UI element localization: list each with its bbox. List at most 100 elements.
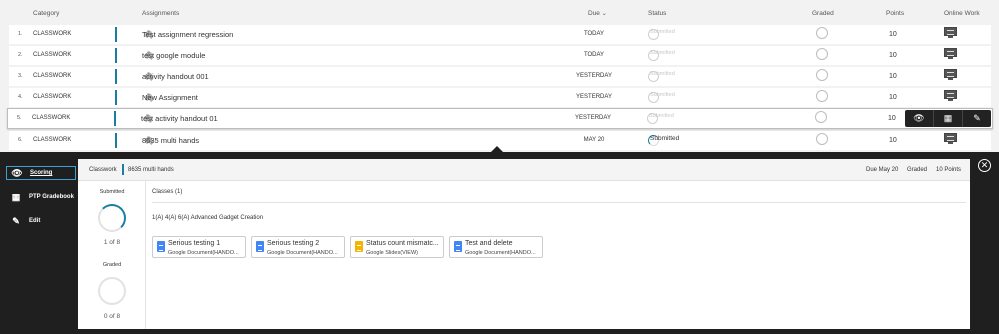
paperclip-icon: 🖇 xyxy=(143,114,154,123)
eye-icon: 👁 xyxy=(11,167,23,178)
table-row[interactable]: 1. CLASSWORK Test assignment regression 🖇… xyxy=(9,25,991,44)
table-header: Category Assignments Due ⌄ Status Graded… xyxy=(0,0,999,24)
row-number: 5. xyxy=(17,115,22,121)
google-doc-icon xyxy=(256,241,264,252)
table-row[interactable]: 3. CLASSWORK activity handout 001 🖇 YESTE… xyxy=(9,67,991,86)
graded-count: 0 of 8 xyxy=(103,313,121,320)
category-color-bar xyxy=(115,133,117,148)
column-header-status[interactable]: Status xyxy=(648,10,666,17)
submitted-progress-ring xyxy=(98,204,126,232)
sidebar-item-ptp-gradebook[interactable]: ▦ PTP Gradebook xyxy=(6,190,76,204)
row-number: 1. xyxy=(18,31,23,37)
due-header-label: Due xyxy=(588,10,600,17)
monitor-icon xyxy=(944,133,957,144)
attachment-title: Serious testing 2 xyxy=(267,240,320,247)
attachment-card[interactable]: Test and delete Google Document(HANDO... xyxy=(449,236,543,258)
google-slides-icon xyxy=(355,241,363,252)
edit-button[interactable]: ✎ xyxy=(963,110,991,127)
row-number: 3. xyxy=(18,73,23,79)
paperclip-icon: 🖇 xyxy=(144,93,155,102)
due-date-label: Due May 20 xyxy=(866,167,899,173)
points-value: 10 xyxy=(889,137,897,144)
due-date: TODAY xyxy=(583,31,605,37)
monitor-icon xyxy=(944,48,957,59)
row-action-toolbar: 👁 ▦ ✎ xyxy=(905,110,991,127)
graded-indicator xyxy=(816,90,828,102)
category-color-bar xyxy=(115,69,117,84)
monitor-icon xyxy=(944,90,957,101)
points-value: 10 xyxy=(889,31,897,38)
view-button[interactable]: 👁 xyxy=(905,110,934,127)
close-icon: ✕ xyxy=(980,160,989,170)
calculator-icon: ▦ xyxy=(943,113,953,123)
attachment-type: Google Document(HANDO... xyxy=(168,250,239,256)
attachment-card[interactable]: Status count mismatc... Google Slides(VI… xyxy=(350,236,444,258)
points-value: 10 xyxy=(888,115,896,122)
attachment-card[interactable]: Serious testing 2 Google Document(HANDO.… xyxy=(251,236,345,258)
due-date: YESTERDAY xyxy=(576,73,612,79)
column-header-graded: Graded xyxy=(812,10,834,17)
row-category: CLASSWORK xyxy=(33,73,72,79)
eye-icon: 👁 xyxy=(913,113,925,123)
graded-label: Graded xyxy=(102,262,122,268)
attachment-title: Test and delete xyxy=(465,240,513,247)
classes-header: Classes (1) xyxy=(152,189,183,195)
attachment-type: Google Document(HANDO... xyxy=(465,250,536,256)
graded-indicator xyxy=(816,48,828,60)
sidebar-item-label: PTP Gradebook xyxy=(29,194,74,200)
class-name: 1(A) 4(A) 6(A) Advanced Gadget Creation xyxy=(152,215,264,221)
category-color-bar xyxy=(114,111,116,126)
table-row-hovered[interactable]: 5. CLASSWORK test activity handout 01 🖇 Y… xyxy=(7,108,993,129)
table-row[interactable]: 4. CLASSWORK New Assignment 🖇 YESTERDAY S… xyxy=(9,88,991,107)
points-label: 10 Points xyxy=(936,167,962,173)
breadcrumb-separator xyxy=(122,164,124,175)
chevron-down-icon: ⌄ xyxy=(601,11,607,17)
column-header-due[interactable]: Due ⌄ xyxy=(588,10,607,17)
paperclip-icon: 🖇 xyxy=(144,30,155,39)
sidebar-item-label: Scoring xyxy=(30,170,53,176)
gradebook-button[interactable]: ▦ xyxy=(934,110,963,127)
breadcrumb-title: 8635 multi hands xyxy=(128,167,174,173)
table-row[interactable]: 2. CLASSWORK test google module 🖇 TODAY S… xyxy=(9,46,991,65)
breadcrumb: Classwork 8635 multi hands Due May 20 Gr… xyxy=(78,159,970,181)
google-doc-icon xyxy=(157,241,165,252)
assignment-title: Test assignment regression xyxy=(142,30,234,39)
sidebar-item-label: Edit xyxy=(29,218,41,224)
category-color-bar xyxy=(115,27,117,42)
status-text: Submitted xyxy=(650,29,675,35)
assignments-table: Category Assignments Due ⌄ Status Graded… xyxy=(0,0,999,152)
close-panel-button[interactable]: ✕ xyxy=(978,159,991,172)
column-header-online-work: Online Work xyxy=(944,10,980,17)
graded-indicator xyxy=(816,69,828,81)
paperclip-icon: 🖇 xyxy=(144,51,155,60)
attachment-title: Serious testing 1 xyxy=(168,240,221,247)
pencil-icon: ✎ xyxy=(973,113,981,123)
detail-sidebar: 👁 Scoring ▦ PTP Gradebook ✎ Edit xyxy=(0,152,78,334)
google-doc-icon xyxy=(454,241,462,252)
row-category: CLASSWORK xyxy=(33,94,72,100)
submission-stats: Submitted 1 of 8 Graded 0 of 8 xyxy=(78,181,146,329)
attachment-title: Status count mismatc... xyxy=(366,240,439,247)
row-category: CLASSWORK xyxy=(33,137,72,143)
submitted-label: Submitted xyxy=(99,189,125,195)
due-date: TODAY xyxy=(583,52,605,58)
pencil-icon: ✎ xyxy=(12,215,20,226)
due-date: YESTERDAY xyxy=(575,115,611,121)
attachment-type: Google Document(HANDO... xyxy=(267,250,338,256)
points-value: 10 xyxy=(889,94,897,101)
column-header-assignments[interactable]: Assignments xyxy=(142,10,179,17)
points-value: 10 xyxy=(889,73,897,80)
attachment-card[interactable]: Serious testing 1 Google Document(HANDO.… xyxy=(152,236,246,258)
row-number: 2. xyxy=(18,52,23,58)
sidebar-item-edit[interactable]: ✎ Edit xyxy=(6,214,76,228)
status-text: Submitted xyxy=(650,50,675,56)
row-number: 4. xyxy=(18,94,23,100)
row-number: 6. xyxy=(18,137,23,143)
column-header-category[interactable]: Category xyxy=(33,10,59,17)
calculator-icon: ▦ xyxy=(11,191,21,202)
sidebar-item-scoring[interactable]: 👁 Scoring xyxy=(6,166,76,180)
divider xyxy=(152,202,966,203)
attachment-type: Google Slides(VIEW) xyxy=(366,250,418,256)
row-category: CLASSWORK xyxy=(32,115,71,121)
row-category: CLASSWORK xyxy=(33,52,72,58)
